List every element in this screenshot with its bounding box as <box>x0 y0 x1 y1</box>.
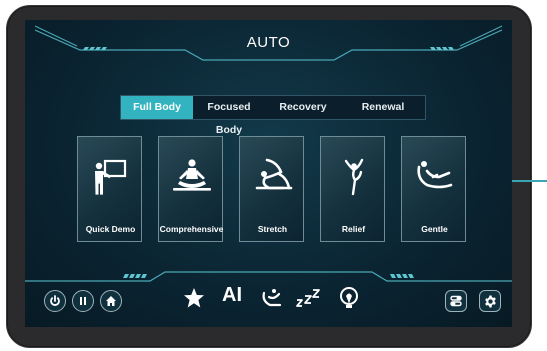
pause-button[interactable] <box>72 290 94 312</box>
program-card-stretch[interactable]: Stretch <box>239 136 304 242</box>
presenter-icon <box>78 151 143 203</box>
meditation-icon <box>159 151 224 203</box>
home-icon <box>106 296 116 306</box>
program-card-gentle[interactable]: Gentle <box>401 136 466 242</box>
settings-icon <box>484 295 496 307</box>
bottom-frame <box>25 271 512 282</box>
pause-icon <box>80 297 86 305</box>
program-label: Stretch <box>257 224 288 234</box>
program-card-comprehensive[interactable]: Comprehensive <box>158 136 223 242</box>
toggle-icon <box>450 295 462 307</box>
tab-full-body[interactable]: Full Body <box>121 96 193 119</box>
program-label: Gentle <box>421 224 448 234</box>
light-bulb-icon[interactable] <box>338 286 360 310</box>
program-card-relief[interactable]: Relief <box>320 136 385 242</box>
tab-renewal[interactable]: Renewal <box>341 96 425 119</box>
home-button[interactable] <box>100 290 122 312</box>
toggle-button[interactable] <box>445 290 467 312</box>
settings-button[interactable] <box>479 290 501 312</box>
program-label: Relief <box>341 224 366 234</box>
yoga-stretch-icon <box>240 151 305 203</box>
tab-focused-body[interactable]: Focused Body <box>193 96 265 136</box>
program-label: Comprehensive <box>159 224 224 234</box>
page-title: AUTO <box>246 34 291 51</box>
power-icon <box>50 295 60 306</box>
sleep-icon[interactable] <box>295 288 321 308</box>
massage-icon[interactable] <box>260 287 284 309</box>
dancer-icon <box>321 151 386 203</box>
program-tabs: Full Body Focused Body Recovery Renewal <box>120 95 426 136</box>
recliner-icon <box>402 151 467 203</box>
screen: AUTO Full Body Focused Body Recovery Ren… <box>25 20 512 327</box>
program-label: Quick Demo <box>85 224 136 234</box>
star-icon[interactable] <box>183 287 205 309</box>
power-button[interactable] <box>44 290 66 312</box>
program-card-quick-demo[interactable]: Quick Demo <box>77 136 142 242</box>
tab-recovery[interactable]: Recovery <box>265 96 341 119</box>
ai-button[interactable]: AI <box>222 284 242 307</box>
